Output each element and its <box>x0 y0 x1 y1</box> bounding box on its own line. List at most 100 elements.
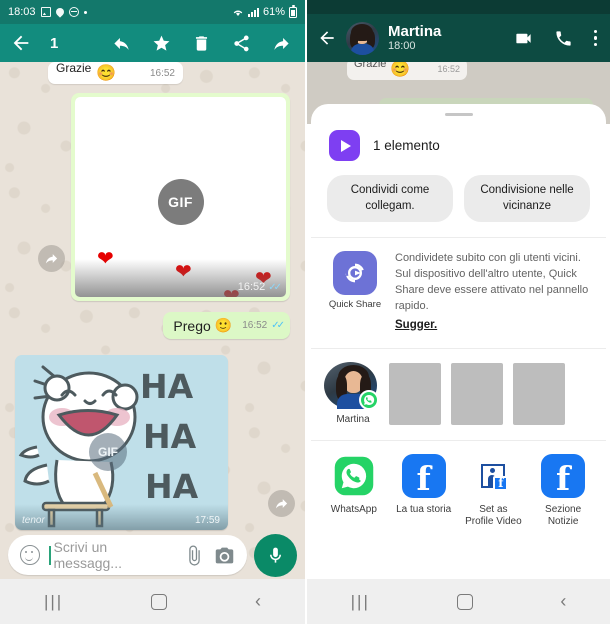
message-input-field[interactable]: Scrivi un messagg... <box>8 535 247 575</box>
share-item-count: 1 elemento <box>373 138 440 153</box>
forward-gif-button[interactable] <box>38 245 65 272</box>
facebook-icon: f <box>401 453 446 499</box>
selection-actions <box>112 34 295 53</box>
whatsapp-glyph-icon <box>363 394 374 405</box>
back-button[interactable]: ‹ <box>255 591 261 612</box>
share-icon[interactable] <box>232 34 251 53</box>
message-time: 16:52 <box>237 281 266 293</box>
message-text: Grazie <box>56 62 92 75</box>
forward-icon[interactable] <box>272 34 291 53</box>
quick-share-section[interactable]: Quick Share Condividete subito con gli u… <box>311 238 606 333</box>
avatar-body <box>351 43 374 55</box>
message-text: Prego <box>173 317 211 334</box>
header-actions <box>514 29 600 48</box>
facebook-icon: f <box>541 453 586 499</box>
emoji-icon[interactable] <box>20 545 40 565</box>
home-button[interactable] <box>457 593 474 610</box>
image-icon <box>40 7 51 17</box>
share-target-facebook-story[interactable]: f La tua storia <box>389 453 459 529</box>
right-screen-share-sheet: Martina 18:00 Grazie 😊 16:52 1 elemento <box>305 0 610 624</box>
message-bubble-prego[interactable]: Prego 🙂 16:52 ✓✓ <box>163 312 290 339</box>
share-target-news-feed[interactable]: f Sezione Notizie <box>528 453 598 529</box>
selection-toolbar: 1 <box>0 24 305 62</box>
chat-title-block[interactable]: Martina 18:00 <box>388 22 442 53</box>
home-button[interactable] <box>151 593 168 610</box>
message-input-placeholder: Scrivi un messagg... <box>53 539 122 571</box>
contact-status: 18:00 <box>388 40 416 53</box>
quick-share-icon-block: Quick Share <box>327 251 383 333</box>
share-target-profile-video[interactable]: f Set as Profile Video <box>459 453 529 529</box>
placeholder-tile[interactable] <box>389 362 441 425</box>
facebook-glyph-icon: f <box>416 459 431 499</box>
paperclip-icon[interactable] <box>184 544 205 566</box>
status-bar-left: 18:03 <box>8 6 87 18</box>
whatsapp-glyph-icon <box>334 456 374 496</box>
recents-button[interactable]: ||| <box>351 592 370 612</box>
share-as-link-chip[interactable]: Condividi come collegam. <box>327 175 453 223</box>
reply-icon[interactable] <box>112 34 131 53</box>
recents-button[interactable]: ||| <box>44 592 63 612</box>
message-emoji: 🙂 <box>214 317 233 333</box>
message-bubble-grazie[interactable]: Grazie 😊 16:52 <box>48 62 183 84</box>
forward-icon <box>45 254 58 264</box>
set-profile-video-icon: f <box>471 453 516 498</box>
dual-screenshot: 18:03 61% 1 Grazie 😊 16:52 GIF 16:52 ✓✓ … <box>0 0 610 624</box>
message-bubble-gif-selected[interactable]: GIF ❤ ❤ ❤ ❤ 16:52 ✓✓ <box>71 93 290 301</box>
whatsapp-icon <box>331 453 376 498</box>
dimmed-message-bubble: Grazie 😊 16:52 <box>347 62 467 80</box>
quick-share-icon[interactable] <box>333 251 377 296</box>
app-label: Set as Profile Video <box>465 503 522 528</box>
wifi-icon <box>233 10 243 16</box>
facebook-glyph-icon: f <box>556 459 571 499</box>
placeholder-tile[interactable] <box>451 362 503 425</box>
app-label: WhatsApp <box>330 503 377 515</box>
contact-name: Martina <box>388 22 442 40</box>
quick-share-body: Condividete subito con gli utenti vicini… <box>395 251 590 333</box>
placeholder-tile[interactable] <box>513 362 565 425</box>
direct-share-row: Martina <box>311 349 606 425</box>
delete-icon[interactable] <box>192 34 211 53</box>
read-receipt-icon: ✓✓ <box>271 320 285 331</box>
quick-share-label: Quick Share <box>328 299 382 311</box>
whatsapp-icon <box>358 389 379 410</box>
avatar[interactable] <box>346 21 379 55</box>
forward-sticker-button[interactable] <box>268 490 295 517</box>
message-time: 16:52 <box>242 320 268 331</box>
overflow-menu-icon[interactable] <box>593 29 597 47</box>
quick-share-suggestion-link[interactable]: Sugger. <box>395 319 437 331</box>
contact-name: Martina <box>336 413 370 425</box>
message-bubble-sticker-haha[interactable]: HA HA HA GIF tenor 17:59 <box>15 355 228 530</box>
back-arrow-icon[interactable] <box>10 32 32 54</box>
status-bar: 18:03 61% <box>0 0 305 24</box>
share-item-summary: 1 elemento <box>311 116 606 161</box>
phone-call-icon[interactable] <box>554 29 573 48</box>
system-nav-bar: ||| ‹ <box>0 579 305 624</box>
status-bar-dimmed <box>307 0 610 14</box>
selection-count: 1 <box>50 34 59 52</box>
video-call-icon[interactable] <box>514 29 533 48</box>
forward-icon <box>275 499 288 509</box>
message-time: 17:59 <box>194 515 220 526</box>
back-arrow-icon[interactable] <box>317 28 337 48</box>
app-label: La tua storia <box>396 503 452 515</box>
star-icon[interactable] <box>152 34 171 53</box>
circular-arrow-icon <box>345 263 364 283</box>
direct-share-contact[interactable]: Martina <box>323 361 379 425</box>
left-screen-whatsapp-chat: 18:03 61% 1 Grazie 😊 16:52 GIF 16:52 ✓✓ … <box>0 0 305 624</box>
message-text: Grazie <box>354 62 387 70</box>
nearby-share-chip[interactable]: Condivisione nelle vicinanze <box>464 175 590 223</box>
camera-icon[interactable] <box>214 545 235 566</box>
battery-percent: 61% <box>262 6 285 18</box>
sticker-text-line: HA <box>143 417 197 456</box>
share-sheet: 1 elemento Condividi come collegam. Cond… <box>311 104 606 579</box>
system-nav-bar: ||| ‹ <box>307 579 610 624</box>
message-input-bar: Scrivi un messagg... <box>0 531 305 579</box>
voice-record-button[interactable] <box>254 533 297 577</box>
gif-badge: GIF <box>89 433 127 471</box>
message-time: 16:52 <box>437 64 460 74</box>
text-caret <box>49 545 51 565</box>
back-button[interactable]: ‹ <box>560 591 566 612</box>
share-target-whatsapp[interactable]: WhatsApp <box>319 453 389 529</box>
quick-share-description: Condividete subito con gli utenti vicini… <box>395 252 589 312</box>
chat-header: Martina 18:00 <box>307 14 610 62</box>
